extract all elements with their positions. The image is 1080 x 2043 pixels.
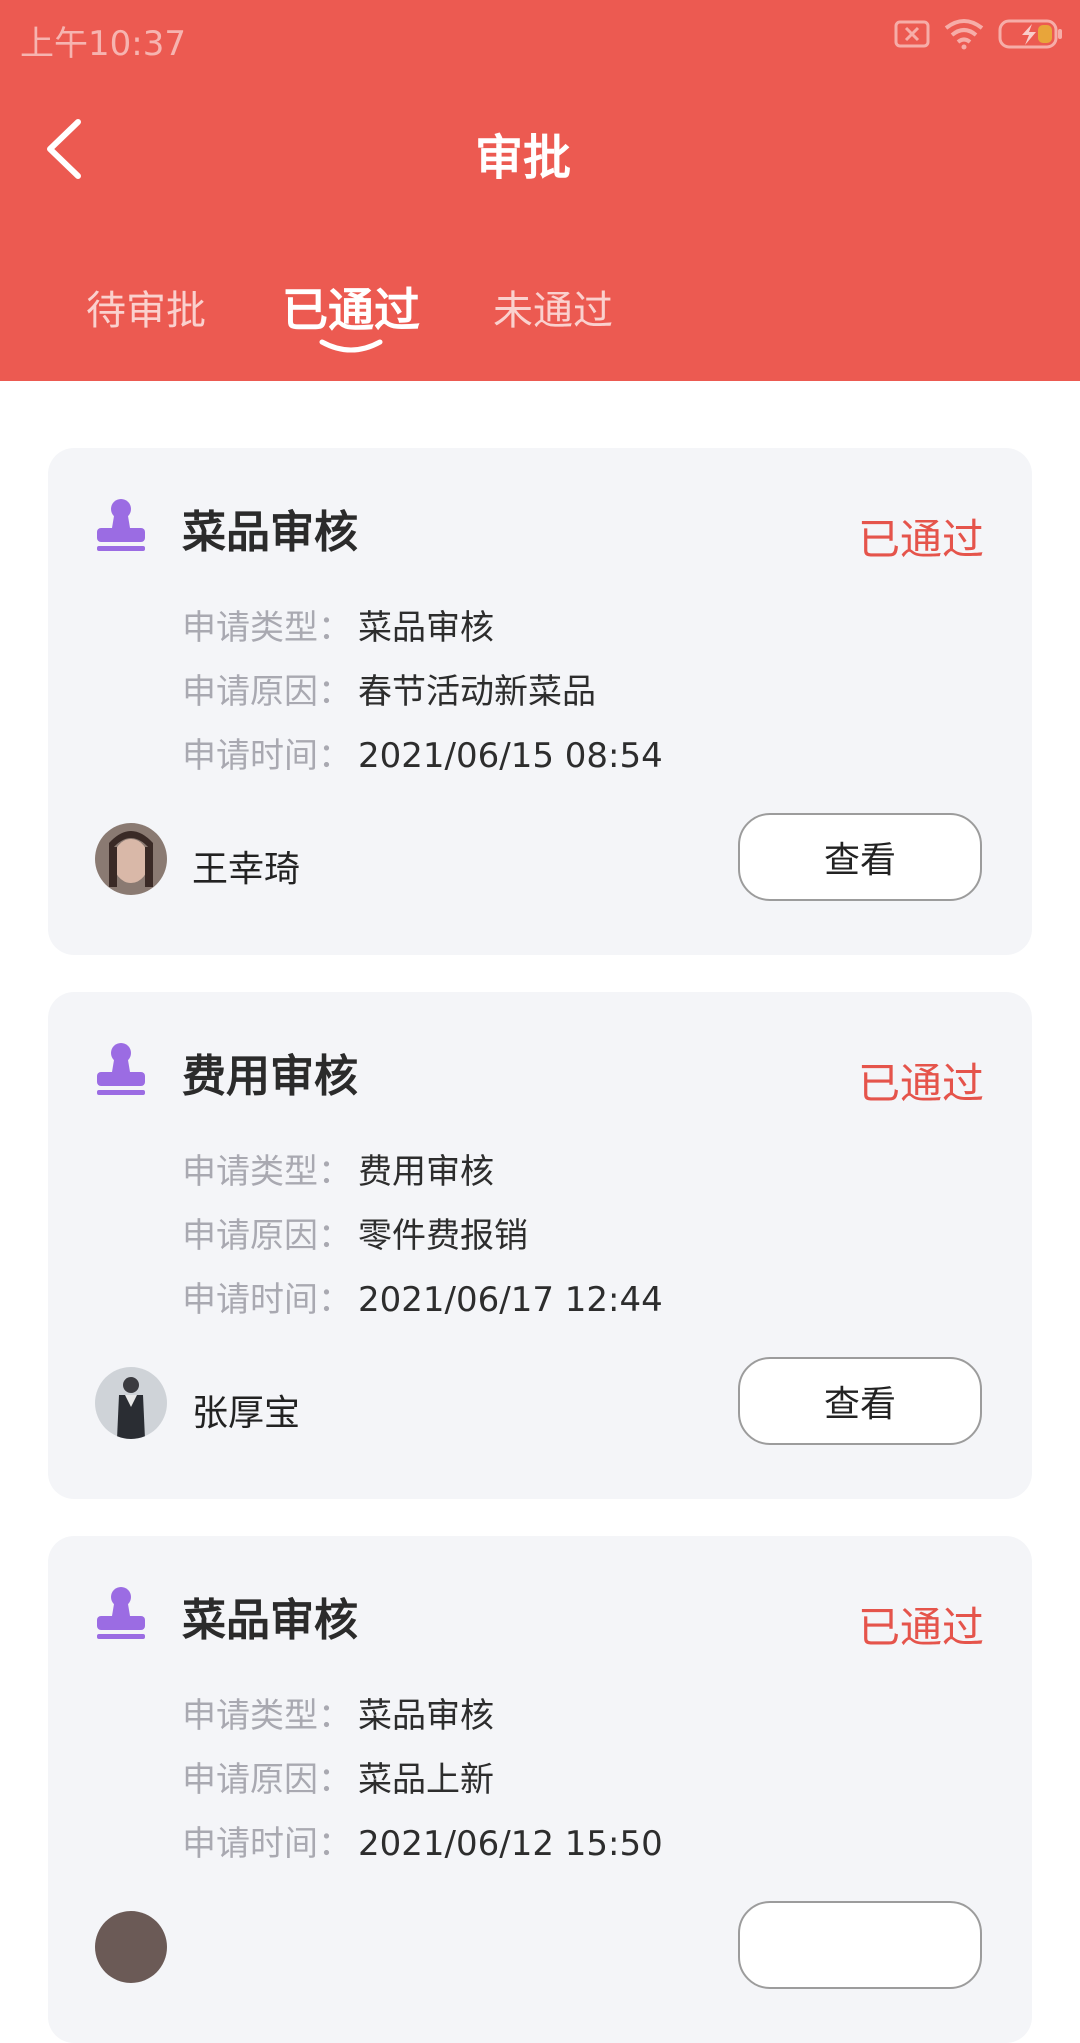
stamp-icon [97, 499, 145, 551]
battery-icon [998, 19, 1062, 49]
applicant-name: 王幸琦 [192, 849, 301, 890]
apply-time-value: 2021/06/15 08:54 [358, 736, 663, 776]
view-button[interactable] [738, 1901, 982, 1989]
apply-time-row: 申请时间： 2021/06/17 12:44 [182, 1272, 663, 1321]
apply-time-value: 2021/06/17 12:44 [358, 1280, 663, 1320]
card-title: 菜品审核 [182, 1595, 358, 1646]
apply-type-label: 申请类型： [182, 608, 352, 648]
card-title: 费用审核 [182, 1051, 358, 1102]
applicant-name: 张厚宝 [192, 1393, 301, 1434]
apply-time-row: 申请时间： 2021/06/12 15:50 [182, 1816, 663, 1865]
apply-reason-label: 申请原因： [182, 672, 352, 712]
apply-time-row: 申请时间： 2021/06/15 08:54 [182, 728, 663, 777]
approval-card: 菜品审核 已通过 申请类型： 菜品审核 申请原因： 菜品上新 申请时间： 2021/0… [48, 1536, 1032, 2043]
apply-time-label: 申请时间： [182, 1280, 352, 1320]
status-icons [894, 18, 1064, 50]
apply-type-value: 菜品审核 [358, 1696, 494, 1736]
tab-pending[interactable]: 待审批 [86, 278, 206, 336]
apply-reason-value: 零件费报销 [358, 1216, 528, 1256]
apply-reason-value: 菜品上新 [358, 1760, 494, 1800]
avatar [95, 1911, 167, 1983]
apply-reason-row: 申请原因： 春节活动新菜品 [182, 664, 596, 713]
status-badge: 已通过 [857, 1603, 984, 1652]
approval-card: 费用审核 已通过 申请类型： 费用审核 申请原因： 零件费报销 申请时间： 2021/… [48, 992, 1032, 1499]
apply-type-row: 申请类型： 菜品审核 [182, 600, 494, 649]
view-button[interactable]: 查看 [738, 1357, 982, 1445]
card-title: 菜品审核 [182, 507, 358, 558]
header-bar: 上午10:37 审批 待审批 已通过 未通过 [0, 0, 1080, 381]
apply-type-value: 费用审核 [358, 1152, 494, 1192]
apply-time-value: 2021/06/12 15:50 [358, 1824, 663, 1864]
apply-type-label: 申请类型： [182, 1696, 352, 1736]
tab-approved[interactable]: 已通过 [282, 274, 420, 340]
page-title: 审批 [474, 130, 571, 186]
apply-reason-label: 申请原因： [182, 1216, 352, 1256]
apply-reason-row: 申请原因： 菜品上新 [182, 1752, 494, 1801]
approval-card: 菜品审核 已通过 申请类型： 菜品审核 申请原因： 春节活动新菜品 申请时间： 202… [48, 448, 1032, 955]
apply-type-label: 申请类型： [182, 1152, 352, 1192]
apply-reason-label: 申请原因： [182, 1760, 352, 1800]
apply-time-label: 申请时间： [182, 1824, 352, 1864]
stamp-icon [97, 1587, 145, 1639]
wifi-icon [944, 19, 984, 50]
active-tab-indicator [319, 339, 383, 353]
tab-rejected[interactable]: 未通过 [493, 278, 613, 336]
avatar [95, 823, 167, 895]
apply-type-row: 申请类型： 费用审核 [182, 1144, 494, 1193]
view-button[interactable]: 查看 [738, 813, 982, 901]
status-time: 上午10:37 [20, 24, 186, 64]
avatar [95, 1367, 167, 1439]
apply-type-value: 菜品审核 [358, 608, 494, 648]
apply-type-row: 申请类型： 菜品审核 [182, 1688, 494, 1737]
status-bar: 上午10:37 [0, 0, 1080, 74]
sim-card-icon [894, 20, 930, 48]
apply-time-label: 申请时间： [182, 736, 352, 776]
apply-reason-row: 申请原因： 零件费报销 [182, 1208, 528, 1257]
status-badge: 已通过 [857, 1059, 984, 1108]
stamp-icon [97, 1043, 145, 1095]
status-badge: 已通过 [857, 515, 984, 564]
apply-reason-value: 春节活动新菜品 [358, 672, 596, 712]
